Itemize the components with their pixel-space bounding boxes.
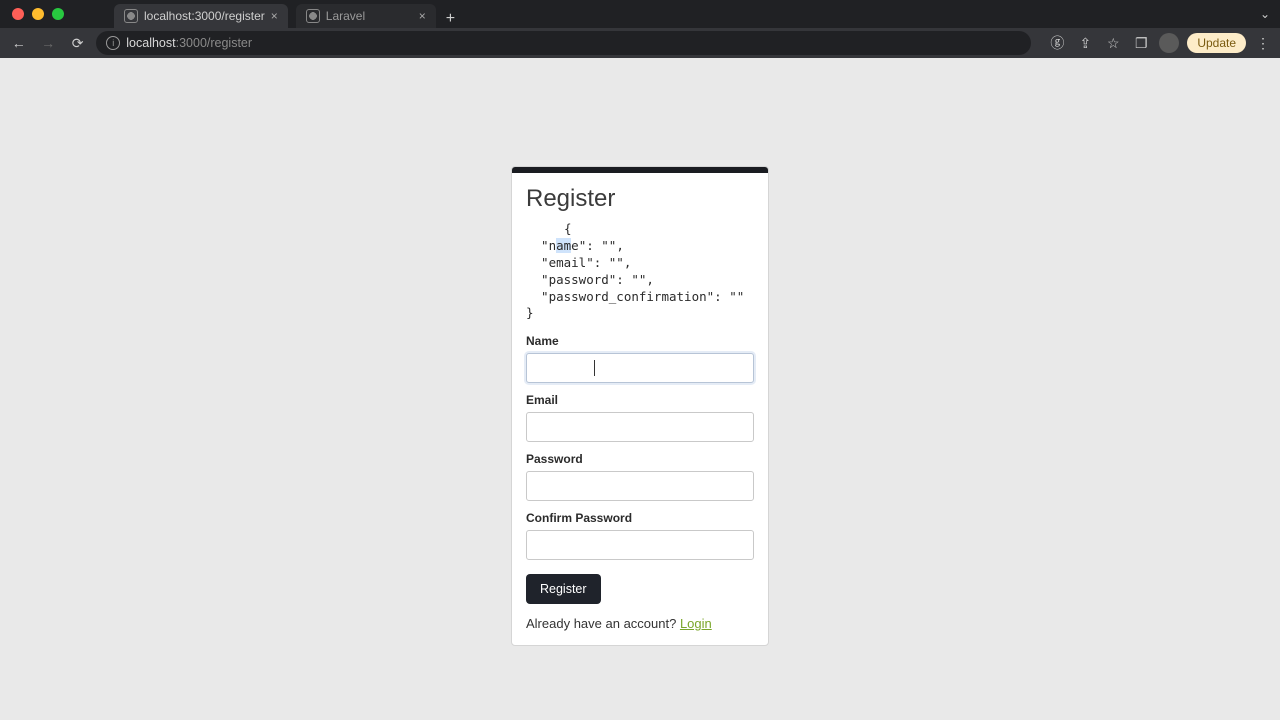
tab-strip: localhost:3000/register × Laravel × +	[114, 0, 455, 28]
chevron-down-icon[interactable]: ⌄	[1260, 7, 1270, 21]
page-title: Register	[526, 185, 754, 213]
debug-highlight: am	[556, 238, 571, 253]
password-label: Password	[526, 452, 754, 466]
new-tab-button[interactable]: +	[446, 10, 455, 28]
close-tab-icon[interactable]: ×	[271, 9, 278, 23]
email-label: Email	[526, 393, 754, 407]
menu-icon[interactable]: ⋮	[1254, 35, 1272, 52]
tab-title: Laravel	[326, 9, 365, 23]
site-info-icon[interactable]: i	[106, 36, 120, 50]
tab-inactive[interactable]: Laravel ×	[296, 4, 436, 28]
address-bar[interactable]: i localhost:3000/register	[96, 31, 1031, 55]
reload-button[interactable]: ⟳	[67, 32, 88, 54]
fullscreen-window-button[interactable]	[52, 8, 64, 20]
already-text: Already have an account?	[526, 616, 680, 631]
login-link[interactable]: Login	[680, 616, 712, 631]
name-input[interactable]	[526, 353, 754, 383]
close-tab-icon[interactable]: ×	[419, 9, 426, 23]
bookmark-icon[interactable]: ☆	[1103, 33, 1123, 53]
toolbar-right-icons: ⓖ ⇪ ☆ ❐ Update ⋮	[1047, 33, 1272, 53]
debug-json-block: { "name": "", "email": "", "password": "…	[526, 221, 754, 322]
minimize-window-button[interactable]	[32, 8, 44, 20]
password-input[interactable]	[526, 471, 754, 501]
text-caret	[594, 360, 595, 376]
update-button[interactable]: Update	[1187, 33, 1246, 53]
confirm-password-label: Confirm Password	[526, 511, 754, 525]
name-label: Name	[526, 334, 754, 348]
address-path: :3000/register	[176, 36, 252, 50]
register-card: Register { "name": "", "email": "", "pas…	[511, 166, 769, 646]
globe-icon	[306, 9, 320, 23]
globe-icon	[124, 9, 138, 23]
forward-button[interactable]: →	[37, 32, 58, 54]
translate-icon[interactable]: ⓖ	[1047, 33, 1067, 53]
tab-active[interactable]: localhost:3000/register ×	[114, 4, 288, 28]
browser-toolbar: ← → ⟳ i localhost:3000/register ⓖ ⇪ ☆ ❐ …	[0, 28, 1280, 58]
window-titlebar: localhost:3000/register × Laravel × + ⌄	[0, 0, 1280, 28]
close-window-button[interactable]	[12, 8, 24, 20]
email-input[interactable]	[526, 412, 754, 442]
profile-avatar[interactable]	[1159, 33, 1179, 53]
register-button[interactable]: Register	[526, 574, 601, 604]
address-host: localhost	[126, 36, 175, 50]
extensions-icon[interactable]: ❐	[1131, 33, 1151, 53]
tab-title: localhost:3000/register	[144, 9, 265, 23]
page-viewport: Register { "name": "", "email": "", "pas…	[0, 58, 1280, 720]
already-have-account: Already have an account? Login	[526, 616, 754, 631]
traffic-lights	[12, 8, 64, 20]
confirm-password-input[interactable]	[526, 530, 754, 560]
back-button[interactable]: ←	[8, 32, 29, 54]
share-icon[interactable]: ⇪	[1075, 33, 1095, 53]
